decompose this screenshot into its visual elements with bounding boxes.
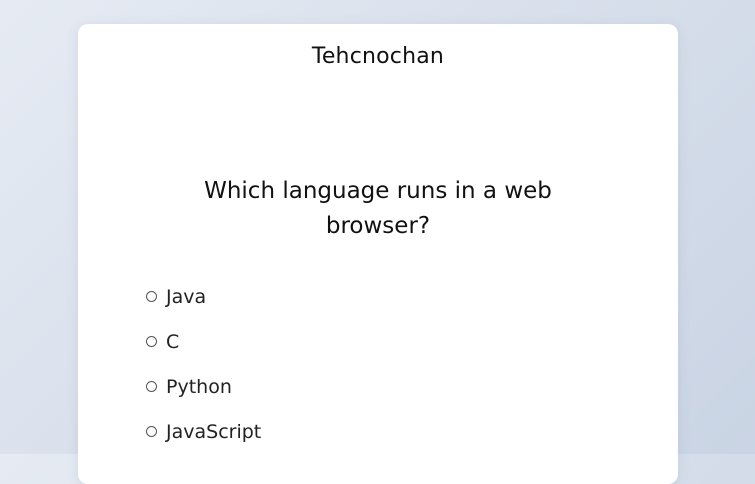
answer-label[interactable]: Java [166, 285, 206, 309]
radio-button[interactable] [146, 426, 157, 437]
radio-button[interactable] [146, 381, 157, 392]
answer-label[interactable]: JavaScript [166, 420, 261, 444]
answer-option-javascript[interactable]: JavaScript [146, 409, 261, 454]
answer-option-java[interactable]: Java [146, 274, 261, 319]
answer-list: Java C Python JavaScript [146, 274, 261, 454]
radio-button[interactable] [146, 336, 157, 347]
radio-button[interactable] [146, 291, 157, 302]
quiz-title: Tehcnochan [311, 44, 445, 69]
answer-label[interactable]: C [166, 330, 179, 354]
answer-option-c[interactable]: C [146, 319, 261, 364]
answer-label[interactable]: Python [166, 375, 232, 399]
quiz-card: Tehcnochan Which language runs in a web … [78, 24, 678, 484]
answer-option-python[interactable]: Python [146, 364, 261, 409]
question-text: Which language runs in a web browser? [204, 178, 552, 239]
